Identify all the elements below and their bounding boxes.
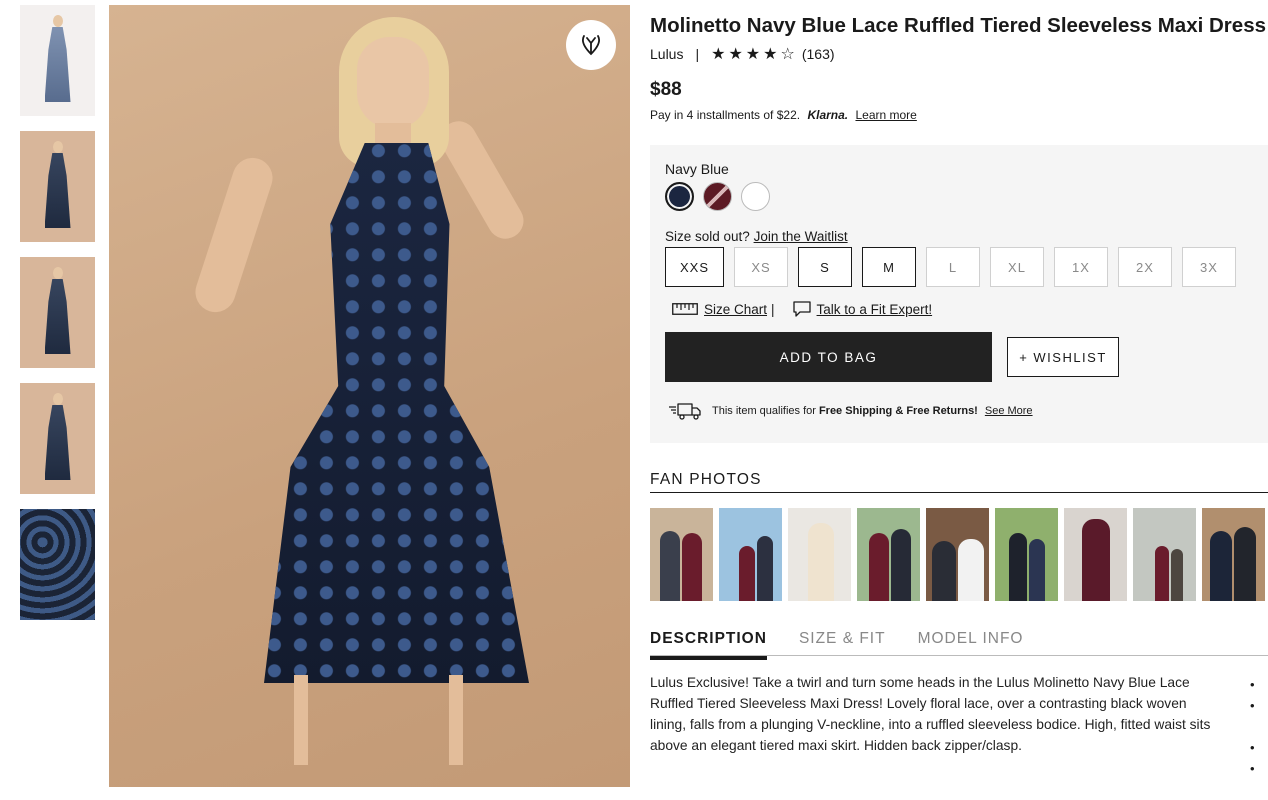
size-option-xl[interactable]: XL <box>990 247 1044 287</box>
size-option-l[interactable]: L <box>926 247 980 287</box>
size-chart-link[interactable]: Size Chart <box>704 302 767 317</box>
main-product-image[interactable] <box>109 5 630 787</box>
klarna-installments: Pay in 4 installments of $22. Klarna. Le… <box>650 108 917 122</box>
separator: | <box>695 46 700 62</box>
separator: | <box>771 301 775 317</box>
brand-rating-row: Lulus | ★★★★☆ (163) <box>650 44 835 64</box>
size-option-2x[interactable]: 2X <box>1118 247 1172 287</box>
see-more-link[interactable]: See More <box>985 405 1033 417</box>
product-thumbnail[interactable] <box>20 257 95 368</box>
swatch-white[interactable] <box>741 182 770 211</box>
product-thumbnail[interactable] <box>20 131 95 242</box>
join-waitlist-link[interactable]: Join the Waitlist <box>754 229 848 244</box>
learn-more-link[interactable]: Learn more <box>855 108 916 122</box>
fan-photos-heading: FAN PHOTOS <box>650 471 762 488</box>
size-sold-out: Size sold out? Join the Waitlist <box>665 229 848 244</box>
product-thumbnail[interactable] <box>20 383 95 494</box>
size-help-links: Size Chart | Talk to a Fit Expert! <box>672 301 932 317</box>
fan-photo[interactable] <box>995 508 1058 601</box>
fan-photo[interactable] <box>1064 508 1127 601</box>
klarna-logo: Klarna. <box>807 108 849 122</box>
review-count[interactable]: (163) <box>802 46 835 62</box>
size-option-xxs[interactable]: XXS <box>665 247 724 287</box>
selected-color-label: Navy Blue <box>665 161 729 177</box>
shipping-prefix: This item qualifies for <box>712 405 816 417</box>
swatch-burgundy[interactable] <box>703 182 732 211</box>
fan-photos-carousel <box>650 508 1265 601</box>
divider <box>650 492 1268 493</box>
installments-text: Pay in 4 installments of $22. <box>650 108 801 122</box>
buy-box: Navy Blue Size sold out? Join the Waitli… <box>650 145 1268 443</box>
product-price: $88 <box>650 79 682 100</box>
size-option-xs[interactable]: XS <box>734 247 788 287</box>
star-rating[interactable]: ★★★★☆ <box>711 44 798 64</box>
heart-icon <box>581 35 601 56</box>
size-option-m[interactable]: M <box>862 247 916 287</box>
brand-link[interactable]: Lulus <box>650 46 683 62</box>
fan-photo[interactable] <box>1202 508 1265 601</box>
fan-photo[interactable] <box>1133 508 1196 601</box>
color-swatches <box>665 182 770 211</box>
size-option-1x[interactable]: 1X <box>1054 247 1108 287</box>
thumbnail-gallery <box>20 5 95 635</box>
divider <box>650 655 1268 656</box>
size-option-s[interactable]: S <box>798 247 852 287</box>
product-thumbnail[interactable] <box>20 5 95 116</box>
favorite-button[interactable] <box>566 20 616 70</box>
wishlist-button[interactable]: + WISHLIST <box>1007 337 1119 377</box>
fan-photo[interactable] <box>788 508 851 601</box>
add-to-bag-button[interactable]: ADD TO BAG <box>665 332 992 382</box>
size-selector: XXS XS S M L XL 1X 2X 3X <box>665 247 1236 287</box>
fan-photo[interactable] <box>926 508 989 601</box>
fan-photo[interactable] <box>857 508 920 601</box>
details-bullets: • • • • <box>1250 677 1255 776</box>
free-shipping-text: Free Shipping & Free Returns! <box>818 405 978 417</box>
delivery-truck-icon <box>669 403 701 420</box>
product-title: Molinetto Navy Blue Lace Ruffled Tiered … <box>650 14 1266 37</box>
shipping-info: This item qualifies for Free Shipping & … <box>668 401 1033 421</box>
fan-photo[interactable] <box>650 508 713 601</box>
fit-expert-link[interactable]: Talk to a Fit Expert! <box>817 302 933 317</box>
ruler-icon <box>672 303 698 315</box>
fan-photo[interactable] <box>719 508 782 601</box>
product-description: Lulus Exclusive! Take a twirl and turn s… <box>650 675 1211 753</box>
chat-bubble-icon <box>792 301 811 317</box>
size-sold-out-text: Size sold out? <box>665 229 750 244</box>
size-option-3x[interactable]: 3X <box>1182 247 1236 287</box>
swatch-navy-blue[interactable] <box>665 182 694 211</box>
product-thumbnail[interactable] <box>20 509 95 620</box>
